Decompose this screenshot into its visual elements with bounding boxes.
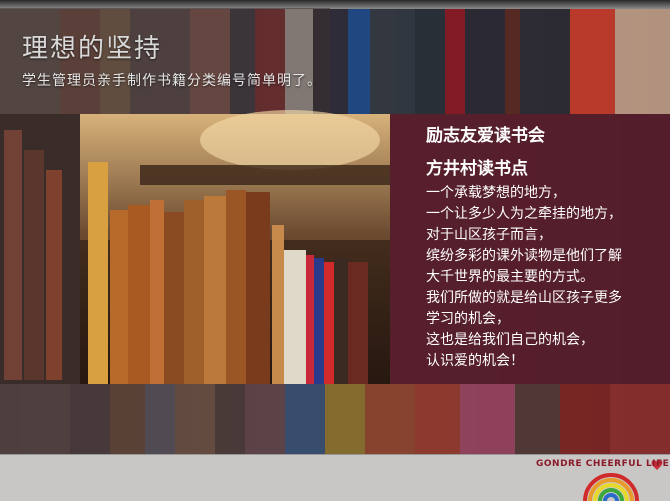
panel-body: 一个承载梦想的地方， 一个让多少人为之牵挂的地方， 对于山区孩子而言， 缤纷多彩… [426,183,666,372]
body-line: 一个让多少人为之牵挂的地方， [426,206,622,222]
body-line: 对于山区孩子而言， [426,227,552,243]
footer-brand: GONDRE CHEERFUL LIFE [536,459,670,469]
body-line: 一个承载梦想的地方， [426,185,566,201]
body-line: 学习的机会， [426,311,510,327]
page-subtitle: 学生管理员亲手制作书籍分类编号简单明了。 [22,73,322,89]
body-line: 我们所做的就是给山区孩子更多 [426,290,622,306]
body-line: 认识爱的机会！ [426,353,524,369]
body-line: 这也是给我们自己的机会， [426,332,594,348]
panel-heading-location: 方井村读书点 [426,159,528,179]
page-title: 理想的坚持 [22,34,163,64]
body-line: 大千世界的最主要的方式。 [426,269,594,285]
panel-heading-club: 励志友爱读书会 [426,126,545,146]
body-line: 缤纷多彩的课外读物是他们了解 [426,248,622,264]
